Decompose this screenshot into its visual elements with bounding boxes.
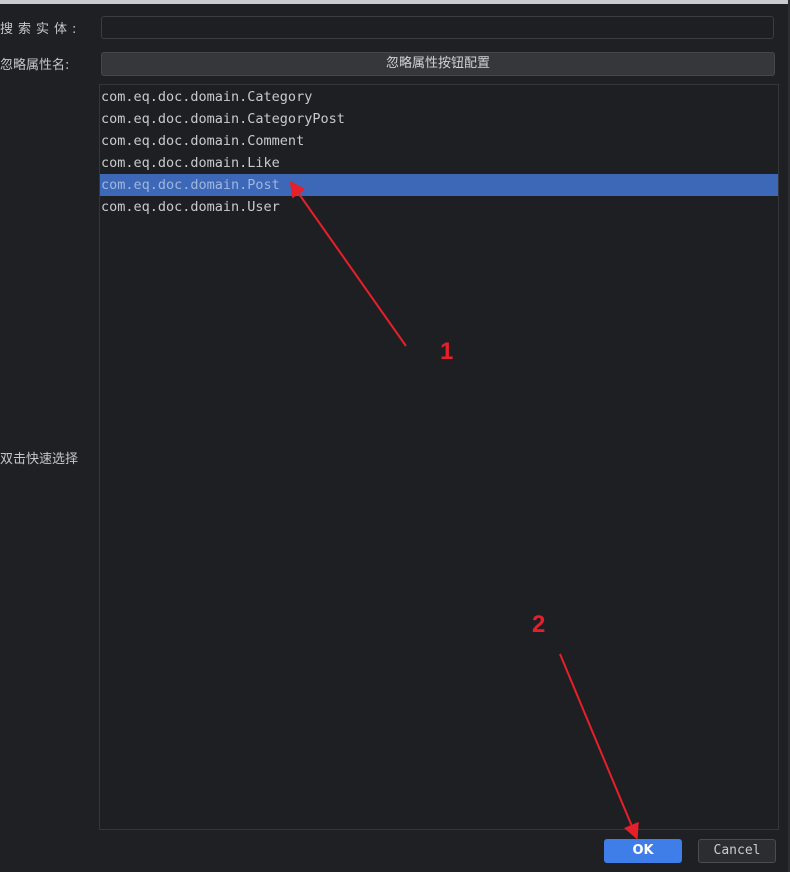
list-item-selected[interactable]: com.eq.doc.domain.Post bbox=[100, 174, 778, 196]
search-entity-input[interactable] bbox=[101, 16, 774, 39]
ok-button[interactable]: OK bbox=[604, 839, 682, 863]
search-entity-label: 搜索实体: bbox=[0, 22, 82, 37]
quick-select-label: 双击快速选择 bbox=[0, 452, 79, 467]
window-top-border bbox=[0, 0, 790, 4]
cancel-button[interactable]: Cancel bbox=[698, 839, 776, 863]
list-item[interactable]: com.eq.doc.domain.Category bbox=[100, 86, 778, 108]
list-item[interactable]: com.eq.doc.domain.Comment bbox=[100, 130, 778, 152]
ignore-property-label: 忽略属性名: bbox=[0, 58, 70, 73]
entity-list[interactable]: com.eq.doc.domain.Category com.eq.doc.do… bbox=[99, 84, 779, 830]
list-item[interactable]: com.eq.doc.domain.CategoryPost bbox=[100, 108, 778, 130]
list-item[interactable]: com.eq.doc.domain.User bbox=[100, 196, 778, 218]
ignore-property-config-button[interactable]: 忽略属性按钮配置 bbox=[101, 52, 775, 76]
list-item[interactable]: com.eq.doc.domain.Like bbox=[100, 152, 778, 174]
annotation-number-2: 2 bbox=[532, 611, 546, 638]
annotation-number-1: 1 bbox=[440, 338, 454, 365]
